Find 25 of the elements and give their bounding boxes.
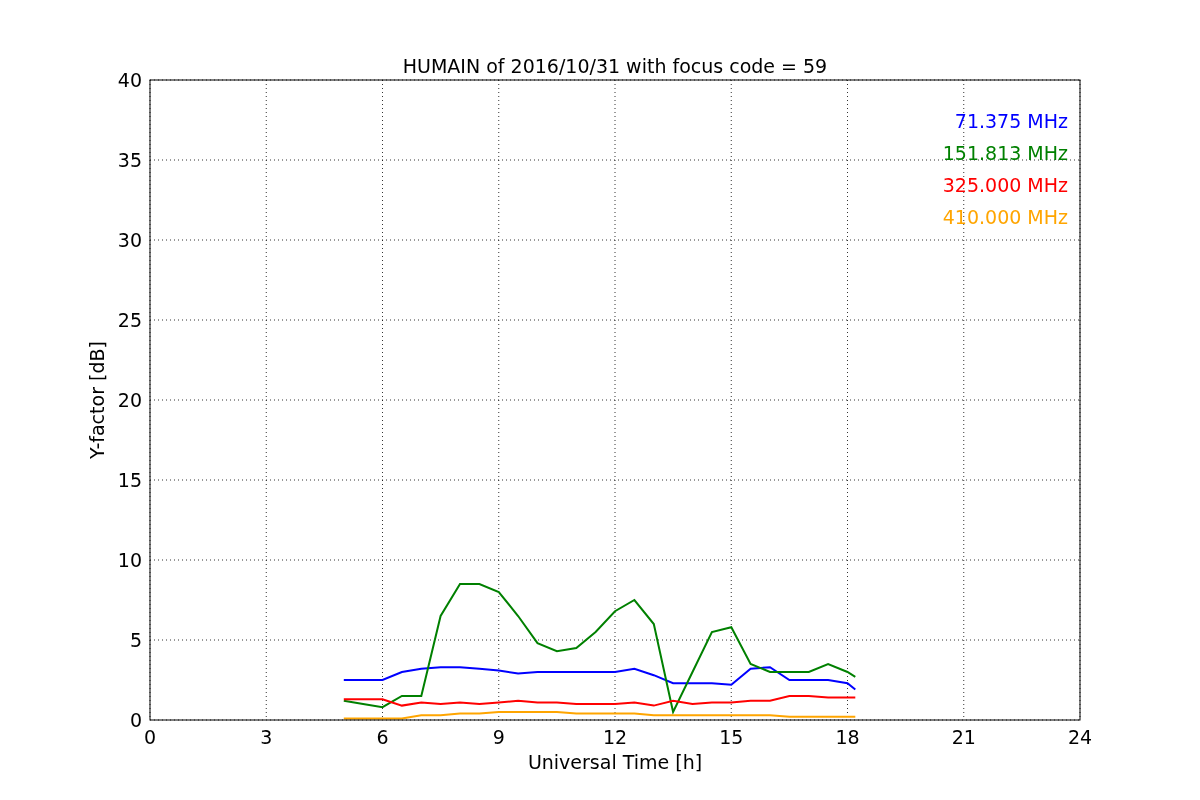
y-axis-label: Y-factor [dB]: [86, 341, 108, 459]
y-tick-label: 30: [117, 229, 142, 251]
legend-label: 71.375 MHz: [954, 110, 1068, 132]
y-tick-label: 5: [129, 629, 142, 651]
x-tick-label: 3: [260, 726, 273, 748]
x-tick-label: 9: [492, 726, 505, 748]
legend-label: 325.000 MHz: [942, 174, 1068, 196]
y-tick-label: 10: [117, 549, 142, 571]
y-tick-label: 40: [117, 69, 142, 91]
y-tick-label: 20: [117, 389, 142, 411]
legend-label: 410.000 MHz: [942, 206, 1068, 228]
x-tick-label: 18: [835, 726, 860, 748]
x-tick-label: 15: [719, 726, 744, 748]
y-tick-label: 15: [117, 469, 142, 491]
x-tick-label: 0: [143, 726, 157, 748]
chart-title: HUMAIN of 2016/10/31 with focus code = 59: [402, 55, 828, 77]
y-tick-label: 0: [129, 709, 142, 731]
y-tick-label: 35: [117, 149, 142, 171]
x-axis-label: Universal Time [h]: [527, 751, 703, 773]
x-tick-label: 6: [376, 726, 389, 748]
x-tick-label: 24: [1067, 726, 1093, 748]
y-tick-label: 25: [117, 309, 142, 331]
legend-label: 151.813 MHz: [942, 142, 1068, 164]
x-tick-label: 12: [602, 726, 628, 748]
x-tick-label: 21: [951, 726, 976, 748]
